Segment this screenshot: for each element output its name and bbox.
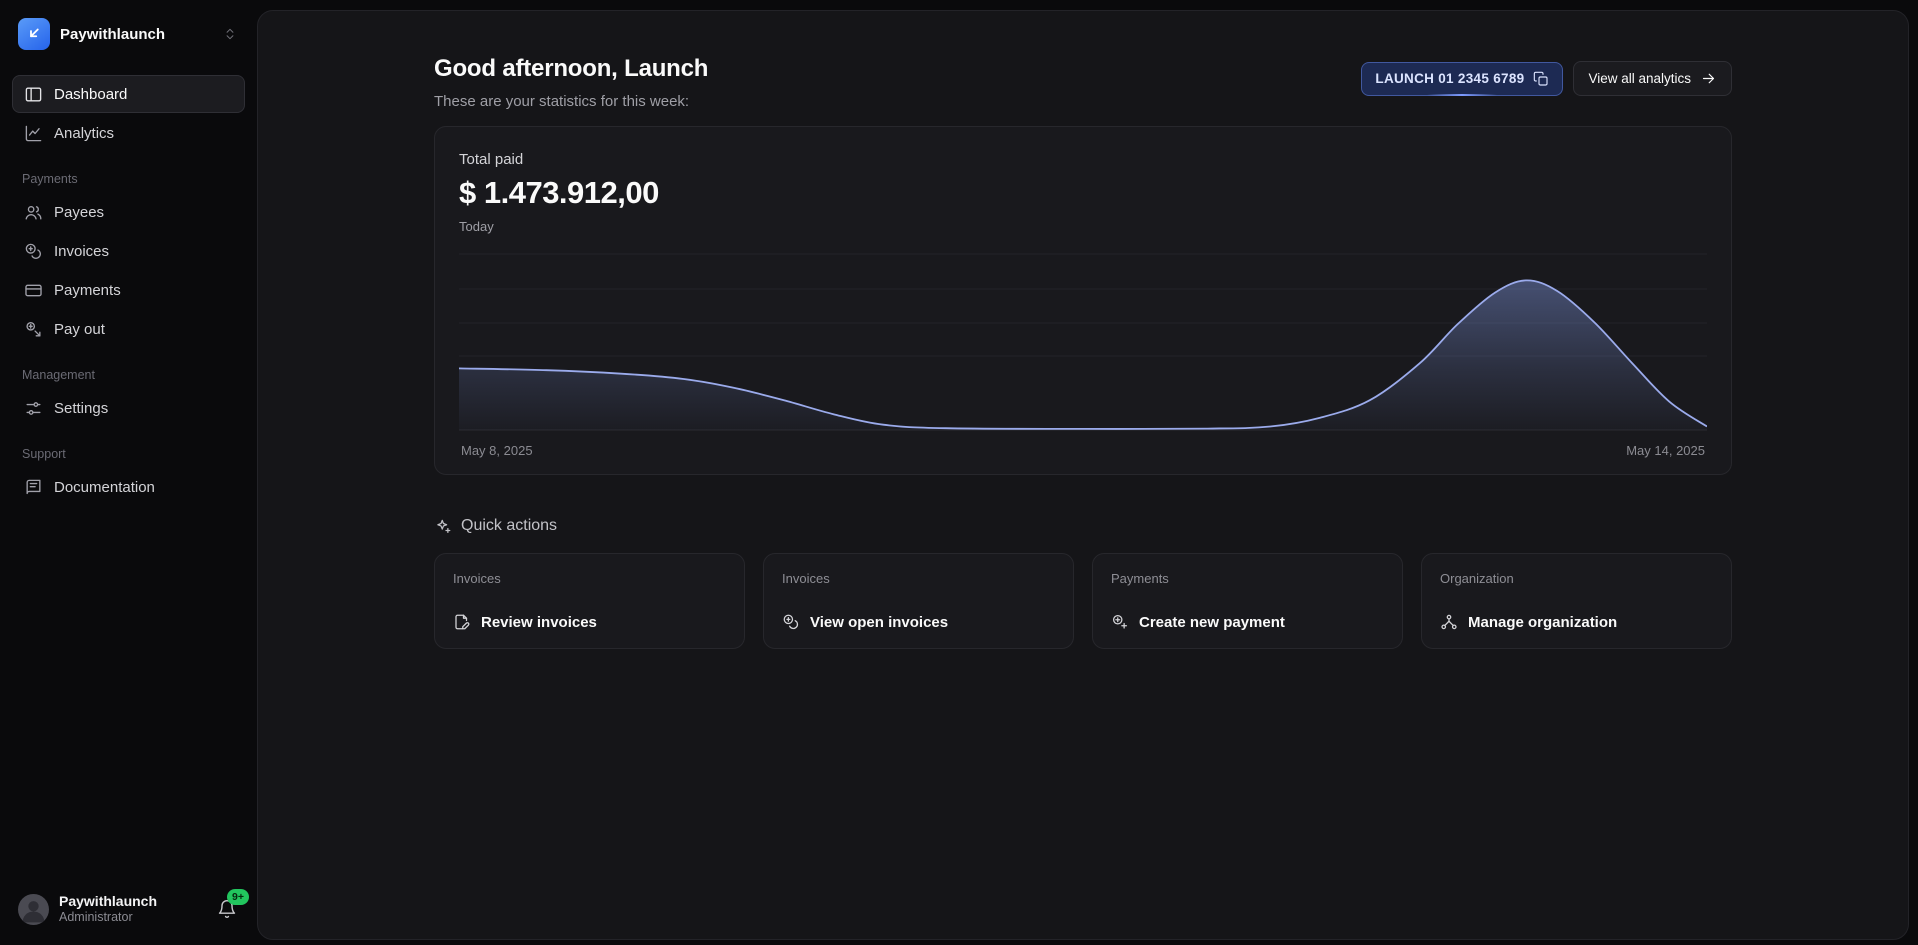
chart-area bbox=[459, 280, 1707, 430]
sidebar: Paywithlaunch Dashboard Analytics Paymen… bbox=[0, 0, 257, 945]
chart-line-icon bbox=[23, 123, 43, 143]
total-paid-chart bbox=[459, 248, 1707, 434]
payout-coin-arrow-icon bbox=[23, 319, 43, 339]
coins-icon bbox=[782, 613, 800, 631]
credit-card-icon bbox=[23, 280, 43, 300]
chevrons-up-down-icon[interactable] bbox=[221, 25, 239, 43]
sidebar-section-management: Management bbox=[22, 368, 235, 382]
user-name: Paywithlaunch bbox=[59, 893, 157, 910]
notification-badge: 9+ bbox=[227, 889, 249, 905]
user-profile: Paywithlaunch Administrator 9+ bbox=[12, 889, 245, 929]
sidebar-item-label: Payments bbox=[54, 282, 121, 299]
stats-amount: $ 1.473.912,00 bbox=[459, 175, 1707, 211]
quick-action-manage-organization[interactable]: Organization Manage organization bbox=[1421, 553, 1732, 649]
copy-icon bbox=[1533, 71, 1549, 87]
sidebar-item-label: Documentation bbox=[54, 479, 155, 496]
stats-label: Total paid bbox=[459, 151, 1707, 168]
sidebar-item-invoices[interactable]: Invoices bbox=[12, 232, 245, 270]
notifications-button[interactable]: 9+ bbox=[215, 897, 239, 921]
new-payment-icon bbox=[1111, 613, 1129, 631]
page-title: Good afternoon, Launch bbox=[434, 55, 708, 83]
quick-action-label: View open invoices bbox=[810, 614, 948, 631]
quick-action-label: Review invoices bbox=[481, 614, 597, 631]
users-icon bbox=[23, 202, 43, 222]
page-subtitle: These are your statistics for this week: bbox=[434, 93, 708, 110]
quick-action-category: Invoices bbox=[453, 571, 726, 586]
account-number-button[interactable]: LAUNCH 01 2345 6789 bbox=[1361, 62, 1563, 96]
quick-actions-section: Quick actions Invoices Review invoices I… bbox=[434, 517, 1732, 649]
sidebar-item-label: Analytics bbox=[54, 125, 114, 142]
total-paid-card: Total paid $ 1.473.912,00 Today bbox=[434, 126, 1732, 475]
avatar[interactable] bbox=[18, 894, 49, 925]
sidebar-item-label: Settings bbox=[54, 400, 108, 417]
main-panel: Good afternoon, Launch These are your st… bbox=[257, 10, 1909, 940]
quick-action-label: Manage organization bbox=[1468, 614, 1617, 631]
app-name: Paywithlaunch bbox=[60, 26, 165, 43]
arrow-right-icon bbox=[1700, 70, 1717, 87]
org-switcher[interactable]: Paywithlaunch bbox=[12, 14, 245, 54]
view-all-analytics-button[interactable]: View all analytics bbox=[1573, 61, 1732, 96]
sidebar-nav: Dashboard Analytics Payments Payees Invo… bbox=[12, 74, 245, 507]
sidebar-section-payments: Payments bbox=[22, 172, 235, 186]
sidebar-section-support: Support bbox=[22, 447, 235, 461]
sidebar-item-payments[interactable]: Payments bbox=[12, 271, 245, 309]
account-number-label: LAUNCH 01 2345 6789 bbox=[1375, 71, 1524, 86]
sidebar-item-label: Invoices bbox=[54, 243, 109, 260]
quick-action-create-new-payment[interactable]: Payments Create new payment bbox=[1092, 553, 1403, 649]
sidebar-item-analytics[interactable]: Analytics bbox=[12, 114, 245, 152]
sidebar-item-settings[interactable]: Settings bbox=[12, 389, 245, 427]
file-pen-icon bbox=[453, 613, 471, 631]
sidebar-item-documentation[interactable]: Documentation bbox=[12, 468, 245, 506]
sliders-icon bbox=[23, 398, 43, 418]
sidebar-item-label: Pay out bbox=[54, 321, 105, 338]
sidebar-item-label: Payees bbox=[54, 204, 104, 221]
quick-action-category: Invoices bbox=[782, 571, 1055, 586]
sidebar-item-dashboard[interactable]: Dashboard bbox=[12, 75, 245, 113]
quick-actions-title: Quick actions bbox=[461, 517, 557, 535]
sparkles-icon bbox=[434, 517, 452, 535]
coins-icon bbox=[23, 241, 43, 261]
quick-action-category: Payments bbox=[1111, 571, 1384, 586]
book-icon bbox=[23, 477, 43, 497]
chart-date-start: May 8, 2025 bbox=[461, 443, 533, 458]
org-nodes-icon bbox=[1440, 613, 1458, 631]
dashboard-icon bbox=[23, 84, 43, 104]
quick-action-view-open-invoices[interactable]: Invoices View open invoices bbox=[763, 553, 1074, 649]
quick-action-review-invoices[interactable]: Invoices Review invoices bbox=[434, 553, 745, 649]
sidebar-item-label: Dashboard bbox=[54, 86, 127, 103]
quick-action-label: Create new payment bbox=[1139, 614, 1285, 631]
quick-action-category: Organization bbox=[1440, 571, 1713, 586]
user-role: Administrator bbox=[59, 910, 157, 925]
sidebar-item-pay-out[interactable]: Pay out bbox=[12, 310, 245, 348]
view-all-analytics-label: View all analytics bbox=[1588, 71, 1691, 86]
stats-period: Today bbox=[459, 219, 1707, 234]
app-logo-icon bbox=[18, 18, 50, 50]
chart-date-end: May 14, 2025 bbox=[1626, 443, 1705, 458]
sidebar-item-payees[interactable]: Payees bbox=[12, 193, 245, 231]
